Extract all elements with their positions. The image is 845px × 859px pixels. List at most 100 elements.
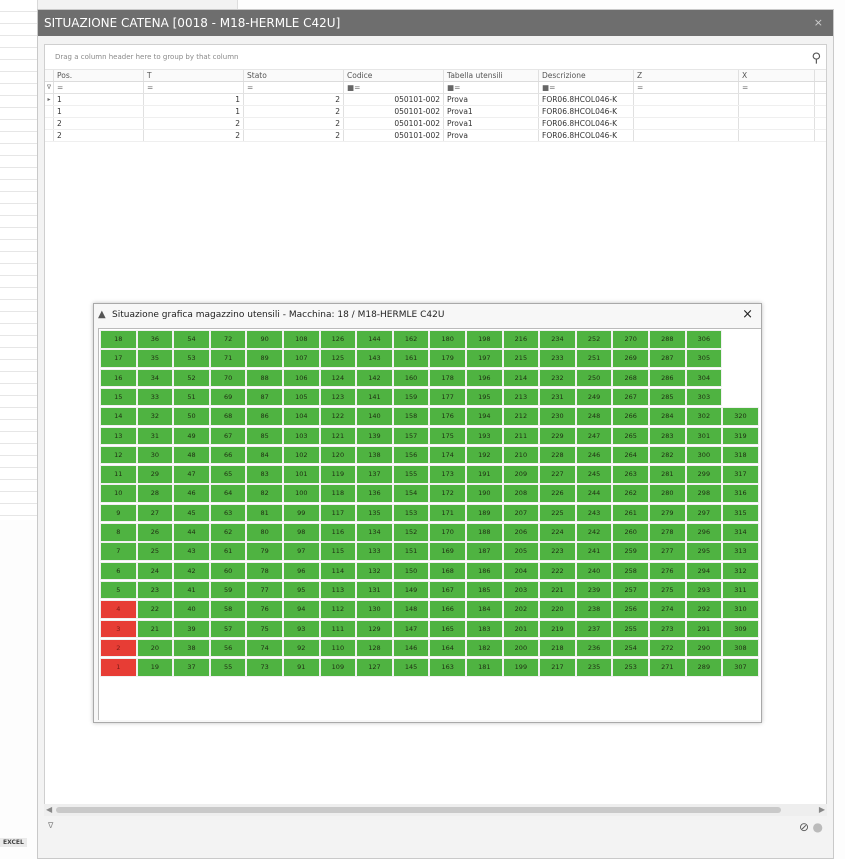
magazine-slot[interactable]: 253 [612, 658, 649, 677]
magazine-slot[interactable]: 85 [246, 426, 283, 445]
row-indicator[interactable] [45, 130, 54, 141]
magazine-slot[interactable]: 24 [136, 561, 174, 581]
magazine-slot[interactable]: 148 [392, 600, 430, 619]
magazine-slot[interactable]: 129 [356, 619, 393, 638]
magazine-slot[interactable]: 223 [539, 542, 576, 561]
magazine-slot[interactable]: 195 [466, 387, 503, 407]
magazine-slot[interactable]: 20 [136, 638, 174, 658]
magazine-slot[interactable]: 17 [100, 349, 137, 368]
magazine-slot[interactable]: 205 [502, 542, 540, 561]
magazine-slot[interactable]: 264 [612, 445, 649, 465]
magazine-slot[interactable]: 186 [466, 561, 503, 581]
magazine-slot[interactable]: 36 [136, 330, 174, 349]
magazine-slot[interactable]: 75 [246, 619, 283, 638]
magazine-slot[interactable]: 303 [685, 387, 723, 407]
magazine-slot[interactable]: 126 [319, 330, 357, 349]
magazine-slot[interactable]: 98 [283, 523, 320, 542]
magazine-slot[interactable]: 3 [100, 619, 137, 638]
magazine-slot[interactable]: 122 [319, 407, 357, 426]
magazine-slot[interactable]: 156 [392, 445, 430, 465]
magazine-slot[interactable]: 288 [649, 330, 686, 349]
magazine-slot[interactable]: 114 [319, 561, 357, 581]
magazine-slot[interactable]: 216 [502, 330, 540, 349]
magazine-slot[interactable]: 4 [100, 600, 137, 619]
magazine-slot[interactable]: 31 [136, 426, 174, 445]
magazine-slot[interactable]: 151 [392, 542, 430, 561]
magazine-slot[interactable]: 111 [319, 619, 357, 638]
magazine-slot[interactable]: 37 [173, 658, 210, 677]
magazine-slot[interactable]: 301 [685, 426, 723, 445]
magazine-slot[interactable]: 173 [429, 465, 466, 484]
magazine-slot[interactable]: 6 [100, 561, 137, 581]
magazine-slot[interactable]: 64 [209, 484, 247, 503]
magazine-slot[interactable]: 73 [246, 658, 283, 677]
magazine-slot[interactable]: 13 [100, 426, 137, 445]
magazine-slot[interactable]: 99 [283, 503, 320, 523]
filter-cell[interactable]: = [54, 82, 144, 93]
magazine-slot[interactable]: 136 [356, 484, 393, 503]
magazine-slot[interactable]: 135 [356, 503, 393, 523]
table-row[interactable]: ▸ 1 1 2 050101-002 Prova FOR06.8HCOL046-K [45, 94, 826, 106]
magazine-slot[interactable]: 58 [209, 600, 247, 619]
magazine-slot[interactable]: 162 [392, 330, 430, 349]
magazine-slot[interactable]: 67 [209, 426, 247, 445]
magazine-slot[interactable]: 97 [283, 542, 320, 561]
magazine-slot[interactable]: 5 [100, 580, 137, 600]
magazine-slot[interactable]: 102 [283, 445, 320, 465]
magazine-slot[interactable]: 117 [319, 503, 357, 523]
magazine-slot[interactable]: 172 [429, 484, 466, 503]
magazine-slot[interactable]: 26 [136, 523, 174, 542]
table-row[interactable]: 1 1 2 050101-002 Prova1 FOR06.8HCOL046-K [45, 106, 826, 118]
magazine-slot[interactable]: 52 [173, 368, 210, 388]
magazine-slot[interactable]: 221 [539, 580, 576, 600]
magazine-slot[interactable]: 123 [319, 387, 357, 407]
magazine-slot[interactable]: 231 [539, 387, 576, 407]
magazine-slot[interactable]: 313 [722, 542, 759, 561]
magazine-slot[interactable]: 7 [100, 542, 137, 561]
magazine-slot[interactable]: 199 [502, 658, 540, 677]
magazine-slot[interactable]: 298 [685, 484, 723, 503]
magazine-slot[interactable]: 144 [356, 330, 393, 349]
magazine-slot[interactable]: 309 [722, 619, 759, 638]
scrollbar-thumb[interactable] [56, 807, 781, 813]
magazine-slot[interactable]: 213 [502, 387, 540, 407]
magazine-slot[interactable]: 40 [173, 600, 210, 619]
magazine-slot[interactable]: 320 [722, 407, 759, 426]
magazine-slot[interactable]: 185 [466, 580, 503, 600]
magazine-slot[interactable]: 254 [612, 638, 649, 658]
magazine-slot[interactable]: 25 [136, 542, 174, 561]
magazine-slot[interactable]: 137 [356, 465, 393, 484]
magazine-slot[interactable]: 95 [283, 580, 320, 600]
magazine-slot[interactable]: 183 [466, 619, 503, 638]
magazine-slot[interactable]: 210 [502, 445, 540, 465]
magazine-slot[interactable]: 2 [100, 638, 137, 658]
magazine-slot[interactable]: 28 [136, 484, 174, 503]
magazine-slot[interactable]: 291 [685, 619, 723, 638]
magazine-slot[interactable]: 16 [100, 368, 137, 388]
magazine-slot[interactable]: 212 [502, 407, 540, 426]
magazine-slot[interactable]: 61 [209, 542, 247, 561]
magazine-slot[interactable]: 90 [246, 330, 283, 349]
magazine-slot[interactable]: 138 [356, 445, 393, 465]
magazine-slot[interactable]: 78 [246, 561, 283, 581]
magazine-slot[interactable]: 256 [612, 600, 649, 619]
magazine-slot[interactable]: 290 [685, 638, 723, 658]
magazine-slot[interactable]: 311 [722, 580, 759, 600]
magazine-slot[interactable]: 81 [246, 503, 283, 523]
magazine-slot[interactable]: 155 [392, 465, 430, 484]
magazine-slot[interactable]: 181 [466, 658, 503, 677]
filter-cell[interactable]: = [144, 82, 244, 93]
magazine-slot[interactable]: 240 [575, 561, 613, 581]
magazine-slot[interactable]: 272 [649, 638, 686, 658]
magazine-slot[interactable]: 79 [246, 542, 283, 561]
column-header[interactable]: Descrizione [539, 70, 634, 81]
magazine-slot[interactable]: 300 [685, 445, 723, 465]
dialog-close-icon[interactable]: × [742, 304, 753, 326]
magazine-slot[interactable]: 219 [539, 619, 576, 638]
close-icon[interactable]: × [814, 10, 823, 36]
magazine-slot[interactable]: 23 [136, 580, 174, 600]
magazine-slot[interactable]: 53 [173, 349, 210, 368]
magazine-slot[interactable]: 192 [466, 445, 503, 465]
magazine-slot[interactable]: 38 [173, 638, 210, 658]
magazine-slot[interactable]: 220 [539, 600, 576, 619]
